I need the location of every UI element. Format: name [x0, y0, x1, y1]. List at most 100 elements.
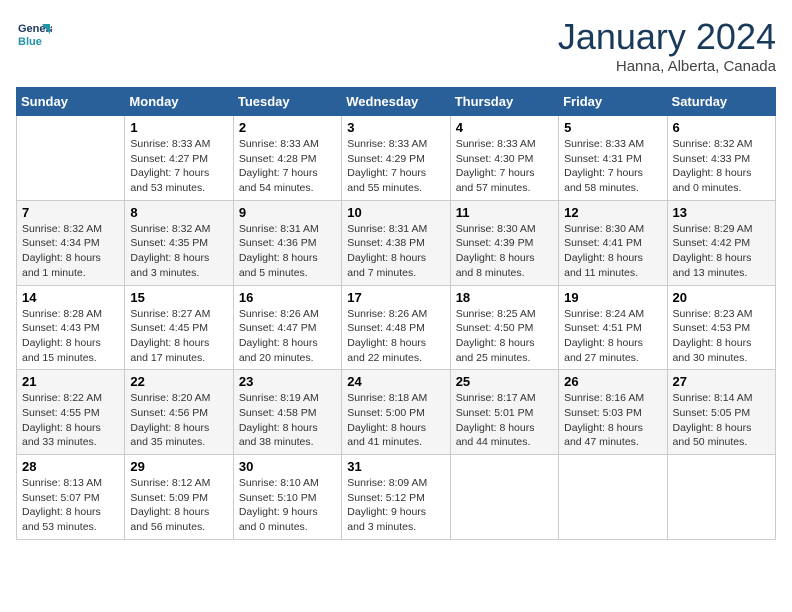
weekday-header-saturday: Saturday — [667, 88, 775, 116]
day-cell — [559, 455, 667, 540]
day-cell: 16 Sunrise: 8:26 AM Sunset: 4:47 PM Dayli… — [233, 285, 341, 370]
day-info: Sunrise: 8:26 AM Sunset: 4:48 PM Dayligh… — [347, 307, 444, 366]
location-title: Hanna, Alberta, Canada — [558, 58, 776, 75]
day-info: Sunrise: 8:33 AM Sunset: 4:31 PM Dayligh… — [564, 137, 661, 196]
day-cell: 1 Sunrise: 8:33 AM Sunset: 4:27 PM Daylig… — [125, 116, 233, 201]
day-number: 18 — [456, 290, 553, 305]
week-row-5: 28Sunrise: 8:13 AM Sunset: 5:07 PM Dayli… — [17, 455, 776, 540]
day-cell: 2Sunrise: 8:33 AM Sunset: 4:28 PM Daylig… — [233, 116, 341, 201]
day-number: 29 — [130, 459, 227, 474]
day-info: Sunrise: 8:12 AM Sunset: 5:09 PM Dayligh… — [130, 476, 227, 535]
svg-text:Blue: Blue — [18, 36, 42, 48]
day-cell: 19Sunrise: 8:24 AM Sunset: 4:51 PM Dayli… — [559, 285, 667, 370]
day-cell: 8Sunrise: 8:32 AM Sunset: 4:35 PM Daylig… — [125, 200, 233, 285]
day-cell: 29 Sunrise: 8:12 AM Sunset: 5:09 PM Dayli… — [125, 455, 233, 540]
week-row-1: 1 Sunrise: 8:33 AM Sunset: 4:27 PM Daylig… — [17, 116, 776, 201]
day-cell: 4 Sunrise: 8:33 AM Sunset: 4:30 PM Daylig… — [450, 116, 558, 201]
day-number: 7 — [22, 205, 119, 220]
day-cell: 24Sunrise: 8:18 AM Sunset: 5:00 PM Dayli… — [342, 370, 450, 455]
day-info: Sunrise: 8:33 AM Sunset: 4:30 PM Dayligh… — [456, 137, 553, 196]
day-info: Sunrise: 8:17 AM Sunset: 5:01 PM Dayligh… — [456, 391, 553, 450]
weekday-header-thursday: Thursday — [450, 88, 558, 116]
day-info: Sunrise: 8:32 AM Sunset: 4:33 PM Dayligh… — [673, 137, 770, 196]
day-cell: 15 Sunrise: 8:27 AM Sunset: 4:45 PM Dayli… — [125, 285, 233, 370]
day-info: Sunrise: 8:19 AM Sunset: 4:58 PM Dayligh… — [239, 391, 336, 450]
day-number: 8 — [130, 205, 227, 220]
day-number: 10 — [347, 205, 444, 220]
day-cell: 3Sunrise: 8:33 AM Sunset: 4:29 PM Daylig… — [342, 116, 450, 201]
weekday-header-tuesday: Tuesday — [233, 88, 341, 116]
weekday-header-monday: Monday — [125, 88, 233, 116]
day-number: 16 — [239, 290, 336, 305]
day-info: Sunrise: 8:25 AM Sunset: 4:50 PM Dayligh… — [456, 307, 553, 366]
day-info: Sunrise: 8:22 AM Sunset: 4:55 PM Dayligh… — [22, 391, 119, 450]
day-cell: 30 Sunrise: 8:10 AM Sunset: 5:10 PM Dayli… — [233, 455, 341, 540]
day-number: 17 — [347, 290, 444, 305]
day-info: Sunrise: 8:30 AM Sunset: 4:41 PM Dayligh… — [564, 222, 661, 281]
day-info: Sunrise: 8:13 AM Sunset: 5:07 PM Dayligh… — [22, 476, 119, 535]
day-info: Sunrise: 8:33 AM Sunset: 4:27 PM Dayligh… — [130, 137, 227, 196]
day-cell — [667, 455, 775, 540]
day-info: Sunrise: 8:32 AM Sunset: 4:34 PM Dayligh… — [22, 222, 119, 281]
day-cell: 22Sunrise: 8:20 AM Sunset: 4:56 PM Dayli… — [125, 370, 233, 455]
day-cell: 23 Sunrise: 8:19 AM Sunset: 4:58 PM Dayli… — [233, 370, 341, 455]
day-info: Sunrise: 8:26 AM Sunset: 4:47 PM Dayligh… — [239, 307, 336, 366]
day-cell: 18 Sunrise: 8:25 AM Sunset: 4:50 PM Dayli… — [450, 285, 558, 370]
day-info: Sunrise: 8:33 AM Sunset: 4:28 PM Dayligh… — [239, 137, 336, 196]
day-number: 27 — [673, 374, 770, 389]
day-number: 15 — [130, 290, 227, 305]
page-header: General Blue January 2024 Hanna, Alberta… — [16, 16, 776, 75]
day-info: Sunrise: 8:14 AM Sunset: 5:05 PM Dayligh… — [673, 391, 770, 450]
day-cell: 28Sunrise: 8:13 AM Sunset: 5:07 PM Dayli… — [17, 455, 125, 540]
day-info: Sunrise: 8:24 AM Sunset: 4:51 PM Dayligh… — [564, 307, 661, 366]
day-cell: 27 Sunrise: 8:14 AM Sunset: 5:05 PM Dayli… — [667, 370, 775, 455]
day-number: 1 — [130, 120, 227, 135]
day-number: 14 — [22, 290, 119, 305]
day-info: Sunrise: 8:28 AM Sunset: 4:43 PM Dayligh… — [22, 307, 119, 366]
calendar-table: SundayMondayTuesdayWednesdayThursdayFrid… — [16, 87, 776, 540]
day-cell: 9Sunrise: 8:31 AM Sunset: 4:36 PM Daylig… — [233, 200, 341, 285]
day-cell — [17, 116, 125, 201]
weekday-header-friday: Friday — [559, 88, 667, 116]
day-info: Sunrise: 8:16 AM Sunset: 5:03 PM Dayligh… — [564, 391, 661, 450]
week-row-2: 7 Sunrise: 8:32 AM Sunset: 4:34 PM Daylig… — [17, 200, 776, 285]
day-number: 5 — [564, 120, 661, 135]
day-info: Sunrise: 8:29 AM Sunset: 4:42 PM Dayligh… — [673, 222, 770, 281]
day-info: Sunrise: 8:27 AM Sunset: 4:45 PM Dayligh… — [130, 307, 227, 366]
day-number: 25 — [456, 374, 553, 389]
day-cell: 7 Sunrise: 8:32 AM Sunset: 4:34 PM Daylig… — [17, 200, 125, 285]
day-number: 22 — [130, 374, 227, 389]
day-number: 31 — [347, 459, 444, 474]
day-number: 9 — [239, 205, 336, 220]
day-cell: 12Sunrise: 8:30 AM Sunset: 4:41 PM Dayli… — [559, 200, 667, 285]
day-info: Sunrise: 8:30 AM Sunset: 4:39 PM Dayligh… — [456, 222, 553, 281]
weekday-header-wednesday: Wednesday — [342, 88, 450, 116]
day-cell: 11 Sunrise: 8:30 AM Sunset: 4:39 PM Dayli… — [450, 200, 558, 285]
day-number: 21 — [22, 374, 119, 389]
day-number: 11 — [456, 205, 553, 220]
day-cell: 17 Sunrise: 8:26 AM Sunset: 4:48 PM Dayli… — [342, 285, 450, 370]
weekday-header-row: SundayMondayTuesdayWednesdayThursdayFrid… — [17, 88, 776, 116]
logo-icon: General Blue — [16, 16, 52, 52]
day-info: Sunrise: 8:10 AM Sunset: 5:10 PM Dayligh… — [239, 476, 336, 535]
day-number: 20 — [673, 290, 770, 305]
title-area: January 2024 Hanna, Alberta, Canada — [558, 16, 776, 75]
day-info: Sunrise: 8:23 AM Sunset: 4:53 PM Dayligh… — [673, 307, 770, 366]
day-number: 30 — [239, 459, 336, 474]
day-number: 26 — [564, 374, 661, 389]
day-cell: 26 Sunrise: 8:16 AM Sunset: 5:03 PM Dayli… — [559, 370, 667, 455]
logo: General Blue — [16, 16, 52, 52]
weekday-header-sunday: Sunday — [17, 88, 125, 116]
day-number: 4 — [456, 120, 553, 135]
day-info: Sunrise: 8:18 AM Sunset: 5:00 PM Dayligh… — [347, 391, 444, 450]
day-cell: 6 Sunrise: 8:32 AM Sunset: 4:33 PM Daylig… — [667, 116, 775, 201]
day-number: 6 — [673, 120, 770, 135]
day-cell: 10 Sunrise: 8:31 AM Sunset: 4:38 PM Dayli… — [342, 200, 450, 285]
day-info: Sunrise: 8:31 AM Sunset: 4:38 PM Dayligh… — [347, 222, 444, 281]
day-number: 3 — [347, 120, 444, 135]
day-cell: 21 Sunrise: 8:22 AM Sunset: 4:55 PM Dayli… — [17, 370, 125, 455]
day-info: Sunrise: 8:09 AM Sunset: 5:12 PM Dayligh… — [347, 476, 444, 535]
day-cell: 13Sunrise: 8:29 AM Sunset: 4:42 PM Dayli… — [667, 200, 775, 285]
day-cell: 25 Sunrise: 8:17 AM Sunset: 5:01 PM Dayli… — [450, 370, 558, 455]
day-number: 23 — [239, 374, 336, 389]
